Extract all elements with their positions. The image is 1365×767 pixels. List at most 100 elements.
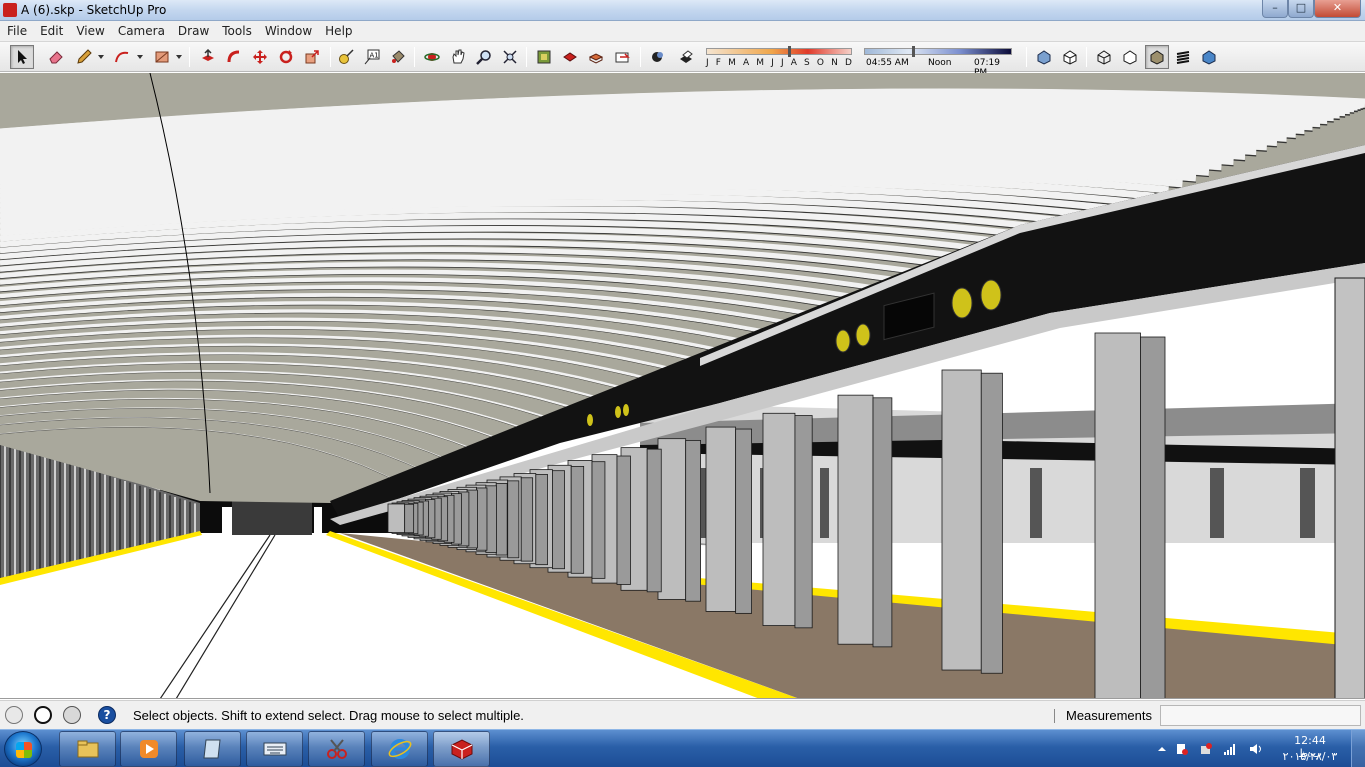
- media-player-taskbar-button[interactable]: [120, 731, 177, 767]
- menu-camera[interactable]: Camera: [111, 21, 171, 41]
- scale-icon: [305, 50, 319, 64]
- fog-toggle-button[interactable]: [674, 45, 698, 69]
- month-label: A: [742, 58, 750, 68]
- extension-button[interactable]: [610, 45, 634, 69]
- menu-help[interactable]: Help: [318, 21, 358, 41]
- pan-tool-button[interactable]: [446, 45, 470, 69]
- line-dropdown-arrow[interactable]: [98, 55, 104, 59]
- month-slider-track[interactable]: [706, 48, 852, 55]
- status-bar: ? Select objects. Shift to extend select…: [0, 700, 1365, 729]
- line-tool-button[interactable]: [72, 45, 96, 69]
- wireframe-style-button[interactable]: [1092, 45, 1116, 69]
- maximize-button[interactable]: □: [1288, 0, 1314, 18]
- hidden-line-icon: [1123, 50, 1137, 65]
- shape-dropdown-arrow[interactable]: [176, 55, 182, 59]
- minimize-button[interactable]: –: [1262, 0, 1288, 18]
- shaded-textures-icon: [1176, 51, 1190, 64]
- components-icon: [588, 53, 604, 64]
- xray-icon: [1037, 50, 1051, 65]
- close-button[interactable]: ✕: [1314, 0, 1361, 18]
- time-slider-thumb[interactable]: [912, 46, 915, 57]
- menu-edit[interactable]: Edit: [33, 21, 69, 41]
- components-button[interactable]: [584, 45, 608, 69]
- network-signal-icon[interactable]: [1223, 742, 1237, 756]
- back-edges-icon: [1063, 50, 1077, 65]
- shadows-toggle-button[interactable]: [646, 45, 670, 69]
- scissors-icon: [326, 739, 347, 759]
- zoom-tool-button[interactable]: [472, 45, 496, 69]
- model-viewport[interactable]: [0, 73, 1365, 699]
- monochrome-style-button[interactable]: [1197, 45, 1221, 69]
- month-label: M: [728, 58, 736, 68]
- follow-me-tool-button[interactable]: [222, 45, 246, 69]
- snipping-tool-taskbar-button[interactable]: [308, 731, 365, 767]
- credits-info-icon[interactable]: [34, 706, 52, 724]
- time-slider-track[interactable]: [864, 48, 1012, 55]
- window-title: A (6).skp - SketchUp Pro: [21, 3, 167, 17]
- share-model-button[interactable]: [558, 45, 582, 69]
- wireframe-icon: [1097, 50, 1111, 65]
- help-icon[interactable]: ?: [98, 706, 116, 724]
- menu-tools[interactable]: Tools: [215, 21, 258, 41]
- shadow-icon: [652, 52, 663, 62]
- geo-location-icon[interactable]: [5, 706, 23, 724]
- shadow-time-slider[interactable]: 04:55 AM Noon 07:19 PM: [864, 46, 1014, 78]
- action-center-icon[interactable]: [1175, 742, 1189, 756]
- arc-dropdown-arrow[interactable]: [137, 55, 143, 59]
- user-account-icon[interactable]: [63, 706, 81, 724]
- select-tool-button[interactable]: [10, 45, 34, 69]
- security-alert-icon[interactable]: [1199, 742, 1213, 756]
- start-button[interactable]: [4, 731, 42, 767]
- shaded-style-button[interactable]: [1145, 45, 1169, 69]
- zoom-extents-button[interactable]: [498, 45, 522, 69]
- share-model-icon: [563, 52, 577, 62]
- warehouse-button[interactable]: [532, 45, 556, 69]
- notepad-icon: [202, 739, 221, 759]
- keyboard-taskbar-button[interactable]: [246, 731, 303, 767]
- notepad-taskbar-button[interactable]: [184, 731, 241, 767]
- time-start-label: 04:55 AM: [866, 58, 909, 68]
- push-pull-tool-button[interactable]: [196, 45, 220, 69]
- month-label: J: [780, 58, 784, 68]
- show-desktop-button[interactable]: [1351, 730, 1365, 767]
- menu-draw[interactable]: Draw: [171, 21, 215, 41]
- shadow-month-slider[interactable]: J F M A M J J A S O N D: [706, 46, 852, 69]
- tape-measure-tool-button[interactable]: [334, 45, 358, 69]
- orbit-tool-button[interactable]: [420, 45, 444, 69]
- pan-hand-icon: [452, 49, 465, 64]
- text-tool-button[interactable]: A1: [360, 45, 384, 69]
- xray-style-button[interactable]: [1032, 45, 1056, 69]
- menu-file[interactable]: File: [0, 21, 33, 41]
- month-slider-thumb[interactable]: [788, 46, 791, 57]
- paint-bucket-icon: [392, 50, 405, 63]
- internet-explorer-taskbar-button[interactable]: [371, 731, 428, 767]
- month-label: O: [816, 58, 824, 68]
- menu-window[interactable]: Window: [258, 21, 318, 41]
- paint-bucket-tool-button[interactable]: [386, 45, 410, 69]
- move-tool-button[interactable]: [248, 45, 272, 69]
- subway-station-model[interactable]: [0, 73, 1365, 699]
- arrow-cursor-icon: [18, 50, 27, 64]
- keyboard-icon: [263, 742, 286, 756]
- shape-tool-button[interactable]: [150, 45, 174, 69]
- volume-icon[interactable]: [1249, 742, 1263, 756]
- shaded-textures-style-button[interactable]: [1171, 45, 1195, 69]
- month-label: J: [771, 58, 774, 68]
- tape-measure-icon: [339, 49, 354, 64]
- tray-expand-icon[interactable]: [1155, 742, 1169, 756]
- main-toolbar: A1: [0, 42, 1365, 72]
- arc-tool-button[interactable]: [110, 45, 134, 69]
- clock-date[interactable]: ۲۰۱۵/۲۸/۰۳: [1278, 750, 1342, 763]
- svg-text:A1: A1: [370, 52, 379, 60]
- explorer-taskbar-button[interactable]: [59, 731, 116, 767]
- measurements-input[interactable]: [1160, 705, 1361, 726]
- eraser-tool-button[interactable]: [44, 45, 68, 69]
- hidden-line-style-button[interactable]: [1118, 45, 1142, 69]
- sketchup-taskbar-button[interactable]: [433, 731, 490, 767]
- sketchup-app-icon[interactable]: [3, 3, 17, 17]
- rotate-tool-button[interactable]: [274, 45, 298, 69]
- measurements-separator: [1054, 709, 1055, 723]
- back-edges-style-button[interactable]: [1058, 45, 1082, 69]
- menu-view[interactable]: View: [69, 21, 110, 41]
- scale-tool-button[interactable]: [300, 45, 324, 69]
